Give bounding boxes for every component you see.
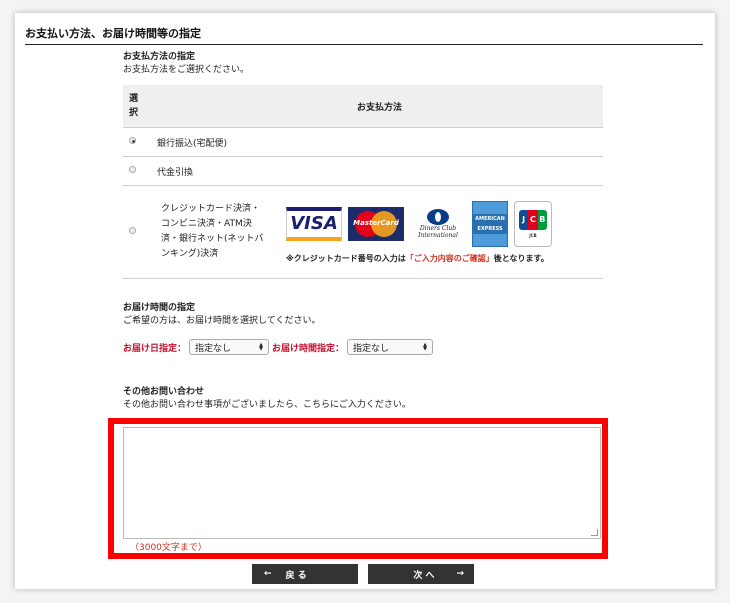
credit-card-note-highlight: 「ご入力内容のご確認」	[405, 253, 494, 263]
column-header-select-line2: 択	[129, 108, 139, 118]
order-form-card: お支払い方法、お届け時間等の指定 お支払方法の指定 お支払方法をご選択ください。…	[15, 13, 715, 589]
amex-logo-text: EXPRESS	[473, 223, 507, 234]
payment-instruction: お支払方法をご選択ください。	[123, 65, 250, 75]
delivery-time-label: お届け時間指定：	[272, 343, 345, 354]
column-header-method: お支払方法	[156, 85, 603, 128]
credit-card-label-line: 済・銀行ネット(ネットバ	[161, 234, 264, 244]
inquiry-limit-note: （3000文字まで）	[130, 543, 207, 553]
credit-card-label-line: コンビニ決済・ATM決	[161, 219, 252, 229]
credit-card-option-label: クレジットカード決済・ コンビニ決済・ATM決 済・銀行ネット(ネットバ ンキン…	[157, 202, 280, 262]
jcb-letter: C	[528, 209, 538, 230]
delivery-heading: お届け時間の指定	[123, 303, 196, 313]
select-arrow-icon: ▲ ▼	[423, 342, 428, 352]
resize-handle-icon[interactable]	[591, 529, 598, 536]
visa-logo: VISA	[286, 206, 342, 241]
payment-method-table: 選 択 お支払方法 銀行振込(宅配便) 代金引換 クレジットカード決済・ コンビ…	[123, 85, 603, 279]
section-title: お支払い方法、お届け時間等の指定	[25, 25, 703, 45]
radio-credit-card[interactable]	[129, 227, 136, 234]
credit-card-note: ※クレジットカード番号の入力は「ご入力内容のご確認」後となります。	[286, 253, 552, 264]
payment-option-label: 銀行振込(宅配便)	[156, 127, 603, 157]
column-header-select: 選 択	[123, 85, 156, 128]
payment-option-row[interactable]: 代金引換	[123, 156, 603, 186]
radio-cash-on-delivery[interactable]	[129, 166, 136, 173]
amex-logo-text: AMERICAN	[473, 213, 507, 224]
american-express-logo: AMERICAN EXPRESS	[472, 200, 508, 247]
diners-club-logo: Diners Club International	[410, 204, 466, 244]
back-button-label: 戻 る	[285, 570, 307, 581]
mastercard-logo: MasterCard	[348, 206, 404, 241]
diners-logo-text: Diners Club	[419, 224, 457, 232]
radio-bank-transfer[interactable]	[129, 137, 136, 144]
credit-card-label-line: ンキング)決済	[161, 249, 219, 259]
delivery-select-row: お届け日指定： 指定なし ▲ ▼ お届け時間指定： 指定なし ▲ ▼	[123, 339, 434, 355]
payment-intro: お支払方法の指定 お支払方法をご選択ください。	[123, 51, 603, 77]
delivery-date-label: お届け日指定：	[123, 343, 187, 354]
delivery-date-value: 指定なし	[195, 343, 232, 354]
payment-option-row[interactable]: 銀行振込(宅配便)	[123, 127, 603, 157]
column-header-select-line1: 選	[129, 94, 139, 104]
payment-option-row[interactable]: クレジットカード決済・ コンビニ決済・ATM決 済・銀行ネット(ネットバ ンキン…	[123, 185, 603, 279]
credit-card-note-text: ※クレジットカード番号の入力は	[286, 253, 406, 263]
jcb-logo-text: JCB	[529, 232, 537, 238]
inquiry-heading: その他お問い合わせ	[123, 387, 205, 397]
next-button[interactable]: 次 へ →	[368, 564, 474, 584]
inquiry-intro: その他お問い合わせ その他お問い合わせ事項がございましたら、こちらにご入力くださ…	[123, 386, 603, 412]
inquiry-instruction: その他お問い合わせ事項がございましたら、こちらにご入力ください。	[123, 400, 411, 410]
inquiry-textarea[interactable]	[123, 427, 601, 539]
arrow-left-icon: ←	[264, 569, 272, 579]
payment-option-label: 代金引換	[156, 156, 603, 186]
credit-card-note-text: 後となります。	[493, 253, 549, 263]
delivery-time-value: 指定なし	[353, 343, 390, 354]
arrow-right-icon: →	[456, 569, 464, 579]
card-logos: VISA MasterCard Diners Club Internationa…	[286, 200, 552, 247]
delivery-instruction: ご希望の方は、お届け時間を選択してください。	[123, 316, 321, 326]
jcb-letter: B	[537, 209, 547, 230]
payment-heading: お支払方法の指定	[123, 52, 196, 62]
delivery-date-select[interactable]: 指定なし ▲ ▼	[189, 339, 270, 355]
select-arrow-icon: ▲ ▼	[259, 342, 264, 352]
mastercard-logo-text: MasterCard	[353, 218, 399, 227]
delivery-time-select[interactable]: 指定なし ▲ ▼	[347, 339, 434, 355]
next-button-label: 次 へ	[413, 570, 435, 581]
back-button[interactable]: ← 戻 る	[252, 564, 358, 584]
credit-card-label-line: クレジットカード決済・	[161, 204, 261, 214]
diners-logo-text: International	[418, 231, 458, 239]
jcb-logo: J C B JCB	[514, 200, 552, 247]
delivery-intro: お届け時間の指定 ご希望の方は、お届け時間を選択してください。	[123, 302, 603, 328]
jcb-letter: J	[519, 209, 529, 230]
